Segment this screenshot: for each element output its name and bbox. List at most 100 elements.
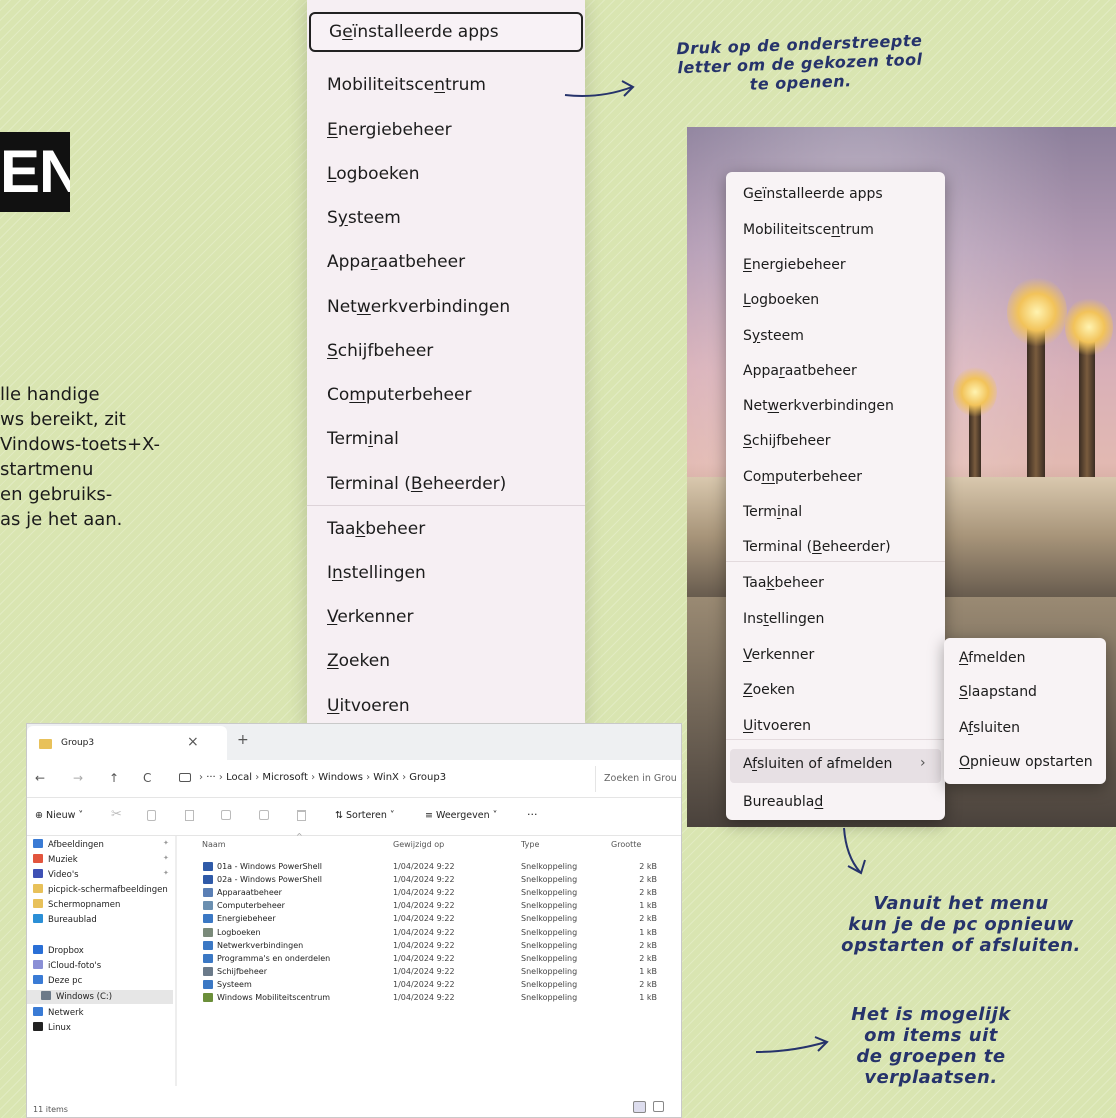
menu-item[interactable]: Terminal (Beheerder) — [327, 474, 506, 494]
menu-item-text: Terminal ( — [743, 539, 813, 555]
menu-item[interactable]: Verkenner — [743, 647, 814, 663]
menu-item[interactable]: Computerbeheer — [743, 469, 862, 485]
menu-item[interactable]: Terminal (Beheerder) — [743, 539, 891, 555]
menu-item[interactable]: Bureaublad — [743, 794, 823, 810]
tab-group3[interactable]: Group3 × — [27, 726, 227, 760]
file-row[interactable]: 01a - Windows PowerShell 1/04/2024 9:22 Sn… — [27, 860, 657, 874]
menu-item[interactable]: Afsluiten of afmelden — [743, 756, 892, 772]
menu-item[interactable]: Zoeken — [743, 682, 795, 698]
menu-item[interactable]: Netwerkverbindingen — [743, 398, 894, 414]
file-row[interactable]: Apparaatbeheer 1/04/2024 9:22 Snelkoppelin… — [27, 886, 657, 900]
menu-item[interactable]: Apparaatbeheer — [743, 363, 857, 379]
menu-item[interactable]: Taakbeheer — [327, 519, 425, 539]
search-input[interactable]: Zoeken in Grou — [595, 766, 681, 792]
menu-item[interactable]: Uitvoeren — [327, 696, 410, 716]
submenu-item[interactable]: Afmelden — [959, 650, 1026, 666]
column-header-name[interactable]: Naam — [202, 840, 226, 849]
menu-item[interactable]: Terminal — [327, 429, 399, 449]
submenu-item[interactable]: Opnieuw opstarten — [959, 754, 1093, 770]
menu-item[interactable]: Mobiliteitscentrum — [327, 75, 486, 95]
file-row[interactable]: Programma's en onderdelen 1/04/2024 9:22 S… — [27, 952, 657, 966]
copy-icon[interactable] — [147, 810, 156, 821]
file-row[interactable]: Computerbeheer 1/04/2024 9:22 Snelkoppelin… — [27, 899, 657, 913]
menu-item-installed-apps[interactable]: Geïnstalleerde apps — [309, 12, 583, 52]
menu-item[interactable]: Zoeken — [327, 651, 390, 671]
menu-item[interactable]: Geïnstalleerde apps — [743, 186, 883, 202]
delete-icon[interactable] — [297, 810, 306, 821]
annotation-line: de groepen te — [856, 1046, 1006, 1067]
file-row[interactable]: Energiebeheer 1/04/2024 9:22 Snelkoppeling… — [27, 912, 657, 926]
sidebar-item-label: Linux — [48, 1023, 71, 1033]
menu-item[interactable]: Systeem — [743, 328, 804, 344]
menu-item-text: Ins — [743, 611, 764, 627]
file-name: Schijfbeheer — [217, 966, 268, 976]
sidebar-item-icon — [33, 1022, 43, 1031]
refresh-icon[interactable]: C — [143, 771, 151, 785]
menu-item[interactable]: Systeem — [327, 208, 401, 228]
submenu-item[interactable]: Slaapstand — [959, 684, 1037, 700]
menu-item[interactable]: Schijfbeheer — [743, 433, 831, 449]
column-header-type[interactable]: Type — [521, 840, 539, 849]
breadcrumb[interactable]: › ··· › Local › Microsoft › Windows › Wi… — [199, 772, 446, 783]
menu-item[interactable]: Logboeken — [327, 164, 420, 184]
menu-item[interactable]: Instellingen — [743, 611, 824, 627]
shortcut-icon — [203, 966, 213, 976]
close-tab-icon[interactable]: × — [187, 734, 199, 750]
submenu-item[interactable]: Afsluiten — [959, 720, 1020, 736]
breadcrumb-item[interactable]: WinX — [373, 772, 399, 783]
breadcrumb-item[interactable]: Group3 — [409, 772, 446, 783]
menu-item[interactable]: Computerbeheer — [327, 385, 471, 405]
share-icon[interactable] — [259, 810, 269, 820]
pin-icon: ✦ — [163, 839, 169, 847]
menu-item[interactable]: Logboeken — [743, 292, 819, 308]
menu-item-hotkey: S — [959, 684, 968, 700]
breadcrumb-item[interactable]: Windows — [318, 772, 363, 783]
file-date: 1/04/2024 9:22 — [393, 940, 455, 950]
menu-item-text: Term — [743, 504, 777, 520]
chevron-right-icon: › — [920, 755, 926, 771]
sidebar-item[interactable]: Linux — [33, 1022, 71, 1033]
menu-item[interactable]: Instellingen — [327, 563, 426, 583]
sidebar-item[interactable]: Afbeeldingen ✦ — [33, 839, 169, 850]
file-type: Snelkoppeling — [521, 993, 578, 1002]
menu-item[interactable]: Mobiliteitscentrum — [743, 222, 874, 238]
new-tab-icon[interactable]: + — [237, 732, 249, 748]
details-view-icon[interactable] — [633, 1101, 646, 1113]
file-row[interactable]: Logboeken 1/04/2024 9:22 Snelkoppeling 1 kB — [27, 926, 657, 940]
file-row[interactable]: Schijfbeheer 1/04/2024 9:22 Snelkoppeling 1… — [27, 965, 657, 979]
menu-item[interactable]: Apparaatbeheer — [327, 252, 465, 272]
menu-item[interactable]: Taakbeheer — [743, 575, 824, 591]
menu-item[interactable]: Netwerkverbindingen — [327, 297, 510, 317]
tiles-view-icon[interactable] — [653, 1101, 664, 1112]
cut-icon[interactable]: ✂ — [111, 807, 122, 822]
menu-item-hotkey: k — [766, 575, 775, 591]
paste-icon[interactable] — [185, 810, 194, 821]
file-row[interactable]: 02a - Windows PowerShell 1/04/2024 9:22 Sn… — [27, 873, 657, 887]
menu-item-text: A — [959, 720, 969, 736]
breadcrumb-item[interactable]: Microsoft — [262, 772, 308, 783]
menu-item[interactable]: Schijfbeheer — [327, 341, 433, 361]
file-row[interactable]: Systeem 1/04/2024 9:22 Snelkoppeling 2 kB — [27, 978, 657, 992]
menu-item[interactable]: Energiebeheer — [743, 257, 846, 273]
view-button[interactable]: ≡ Weergeven ˅ — [425, 810, 497, 821]
forward-icon[interactable]: → — [73, 771, 83, 785]
menu-item-hotkey: E — [327, 120, 338, 140]
new-button[interactable]: ⊕ Nieuw ˅ — [35, 810, 83, 821]
breadcrumb-item[interactable]: Local — [226, 772, 252, 783]
sidebar-item[interactable]: Netwerk — [33, 1007, 84, 1018]
up-icon[interactable]: ↑ — [109, 771, 119, 785]
breadcrumb-more[interactable]: ··· — [206, 772, 216, 783]
menu-item[interactable]: Uitvoeren — [743, 718, 811, 734]
more-options-icon[interactable]: ··· — [527, 808, 538, 821]
menu-item[interactable]: Verkenner — [327, 607, 413, 627]
file-row[interactable]: Netwerkverbindingen 1/04/2024 9:22 Snelkop… — [27, 939, 657, 953]
rename-icon[interactable] — [221, 810, 231, 820]
menu-item[interactable]: Energiebeheer — [327, 120, 452, 140]
file-row[interactable]: Windows Mobiliteitscentrum 1/04/2024 9:22… — [27, 991, 657, 1005]
column-header-date[interactable]: Gewijzigd op — [393, 840, 444, 849]
back-icon[interactable]: ← — [35, 771, 45, 785]
sort-button[interactable]: ⇅ Sorteren ˅ — [335, 810, 395, 821]
file-type: Snelkoppeling — [521, 927, 578, 937]
column-header-size[interactable]: Grootte — [611, 840, 641, 849]
menu-item[interactable]: Terminal — [743, 504, 802, 520]
